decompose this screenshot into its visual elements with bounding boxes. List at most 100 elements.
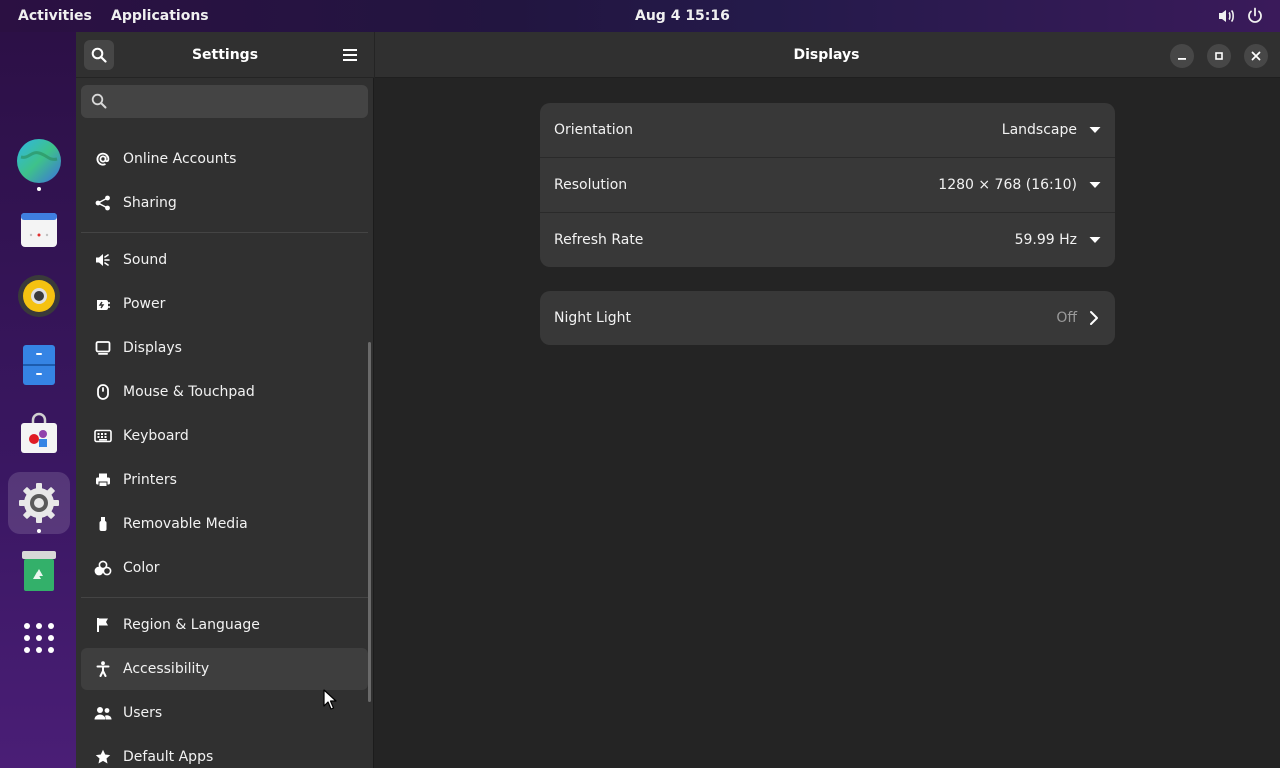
resolution-row[interactable]: Resolution 1280 × 768 (16:10): [540, 158, 1115, 213]
app-grid-icon: [24, 623, 54, 653]
keyboard-icon: [94, 427, 112, 445]
settings-window: Settings Online Accounts Sharing Sound P…: [76, 32, 1280, 768]
close-icon: [1251, 51, 1261, 61]
flag-icon: [94, 616, 112, 634]
shopping-bag-icon: [21, 412, 57, 453]
sidebar-item-label: Region & Language: [123, 617, 260, 633]
sidebar-item-online-accounts[interactable]: Online Accounts: [81, 138, 368, 180]
sidebar: Settings Online Accounts Sharing Sound P…: [76, 32, 374, 768]
sidebar-item-default-apps[interactable]: Default Apps: [81, 736, 368, 768]
users-icon: [94, 704, 112, 722]
maximize-icon: [1215, 52, 1223, 60]
dock-trash[interactable]: [8, 540, 70, 602]
sidebar-item-label: Sharing: [123, 195, 177, 211]
divider: [81, 232, 368, 233]
chevron-right-icon: [1090, 311, 1098, 325]
speaker-disc-icon: [18, 275, 60, 317]
display-settings-card: Orientation Landscape Resolution 1280 × …: [540, 103, 1115, 267]
search-input[interactable]: [115, 85, 355, 118]
dock-music-player[interactable]: [8, 265, 70, 327]
dropdown-arrow-icon: [1089, 127, 1101, 133]
refresh-rate-value[interactable]: 59.99 Hz: [1015, 213, 1077, 267]
sidebar-scrollbar[interactable]: [368, 342, 371, 702]
usb-drive-icon: [94, 515, 112, 533]
sidebar-item-keyboard[interactable]: Keyboard: [81, 415, 368, 457]
minimize-button[interactable]: [1170, 44, 1194, 68]
main-menu-button[interactable]: [338, 44, 362, 66]
sidebar-item-label: Displays: [123, 340, 182, 356]
sidebar-item-label: Removable Media: [123, 516, 248, 532]
mouse-cursor-icon: [323, 689, 337, 710]
accessibility-person-icon: [94, 660, 112, 678]
sidebar-item-label: Default Apps: [123, 749, 214, 765]
speaker-icon[interactable]: [1216, 6, 1236, 26]
minimize-icon: [1178, 58, 1186, 60]
search-icon: [91, 47, 107, 63]
sidebar-item-sharing[interactable]: Sharing: [81, 182, 368, 224]
close-button[interactable]: [1244, 44, 1268, 68]
gear-icon: [19, 483, 59, 523]
sidebar-item-label: Online Accounts: [123, 151, 237, 167]
power-plug-icon: [94, 295, 112, 313]
night-light-row[interactable]: Night Light Off: [540, 291, 1115, 345]
sidebar-item-color[interactable]: Color: [81, 547, 368, 589]
dock: [0, 32, 76, 768]
printer-icon: [94, 471, 112, 489]
power-icon[interactable]: [1245, 6, 1265, 26]
globe-icon: [17, 139, 61, 183]
sidebar-item-power[interactable]: Power: [81, 283, 368, 325]
running-indicator: [37, 529, 41, 533]
dock-files[interactable]: [8, 334, 70, 396]
share-icon: [94, 194, 112, 212]
resolution-label: Resolution: [554, 177, 628, 193]
dock-show-applications[interactable]: [8, 607, 70, 669]
sidebar-item-accessibility[interactable]: Accessibility: [81, 648, 368, 690]
night-light-status: Off: [1056, 310, 1077, 326]
settings-navigation: Online Accounts Sharing Sound Power Disp…: [76, 126, 374, 768]
search-toggle-button[interactable]: [84, 40, 114, 70]
sidebar-item-printers[interactable]: Printers: [81, 459, 368, 501]
maximize-button[interactable]: [1207, 44, 1231, 68]
dock-calendar[interactable]: [8, 198, 70, 260]
resolution-value[interactable]: 1280 × 768 (16:10): [938, 158, 1077, 213]
sidebar-item-label: Power: [123, 296, 166, 312]
page-title: Displays: [793, 47, 860, 63]
sidebar-title: Settings: [191, 47, 259, 63]
orientation-value[interactable]: Landscape: [1002, 103, 1077, 158]
search-field[interactable]: [81, 85, 368, 118]
sidebar-item-label: Keyboard: [123, 428, 189, 444]
star-icon: [94, 748, 112, 766]
sidebar-item-region-language[interactable]: Region & Language: [81, 604, 368, 646]
dock-web-browser[interactable]: [8, 130, 70, 192]
running-indicator: [37, 187, 41, 191]
sidebar-item-mouse-touchpad[interactable]: Mouse & Touchpad: [81, 371, 368, 413]
content-header: Displays: [375, 32, 1280, 78]
dock-settings[interactable]: [8, 472, 70, 534]
refresh-rate-row[interactable]: Refresh Rate 59.99 Hz: [540, 213, 1115, 267]
at-sign-icon: [94, 150, 112, 168]
sidebar-header: Settings: [76, 32, 374, 78]
dropdown-arrow-icon: [1089, 182, 1101, 188]
activities-button[interactable]: Activities: [18, 0, 92, 32]
dropdown-arrow-icon: [1089, 237, 1101, 243]
clock[interactable]: Aug 4 15:16: [635, 0, 730, 32]
search-icon: [91, 93, 107, 109]
sidebar-item-label: Printers: [123, 472, 177, 488]
sidebar-item-removable-media[interactable]: Removable Media: [81, 503, 368, 545]
mouse-icon: [94, 383, 112, 401]
orientation-row[interactable]: Orientation Landscape: [540, 103, 1115, 158]
sidebar-item-displays[interactable]: Displays: [81, 327, 368, 369]
hamburger-menu-icon: [343, 49, 357, 61]
recycle-bin-icon: [22, 551, 56, 591]
refresh-rate-label: Refresh Rate: [554, 232, 644, 248]
dock-software[interactable]: [8, 402, 70, 464]
sidebar-item-sound[interactable]: Sound: [81, 239, 368, 281]
night-light-card: Night Light Off: [540, 291, 1115, 345]
applications-menu[interactable]: Applications: [111, 0, 209, 32]
sidebar-item-label: Users: [123, 705, 163, 721]
speaker-icon: [94, 251, 112, 269]
calendar-icon: [21, 213, 57, 247]
sidebar-item-label: Sound: [123, 252, 168, 268]
monitor-icon: [94, 339, 112, 357]
divider: [81, 597, 368, 598]
